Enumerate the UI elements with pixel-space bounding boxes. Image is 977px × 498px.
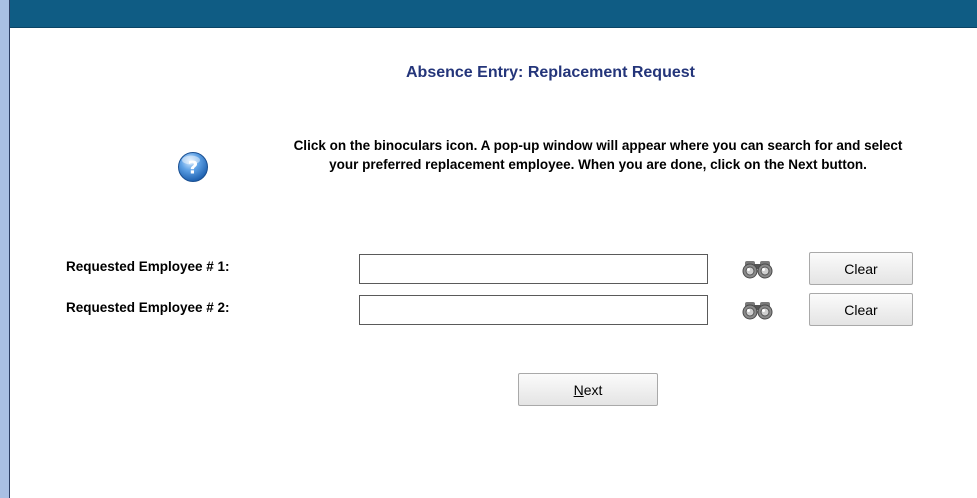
- requested-employee-1-label: Requested Employee # 1:: [66, 259, 230, 274]
- page-title: Absence Entry: Replacement Request: [406, 64, 695, 81]
- clear-employee-1-button[interactable]: Clear: [809, 252, 913, 285]
- next-accesskey: N: [573, 381, 584, 398]
- svg-text:?: ?: [188, 158, 198, 179]
- binoculars-icon[interactable]: [740, 299, 776, 321]
- clear-employee-2-button[interactable]: Clear: [809, 293, 913, 326]
- requested-employee-2-label: Requested Employee # 2:: [66, 300, 230, 315]
- help-question-icon[interactable]: ?: [177, 151, 209, 183]
- next-label-rest: ext: [583, 381, 603, 398]
- instructions-text: Click on the binoculars icon. A pop-up w…: [293, 138, 903, 172]
- binoculars-icon[interactable]: [740, 258, 776, 280]
- next-button[interactable]: Next: [518, 373, 658, 406]
- page-frame: Absence Entry: Replacement Request ? Cli…: [9, 0, 977, 498]
- top-bar: [10, 0, 977, 28]
- requested-employee-2-input[interactable]: [359, 295, 708, 325]
- requested-employee-1-input[interactable]: [359, 254, 708, 284]
